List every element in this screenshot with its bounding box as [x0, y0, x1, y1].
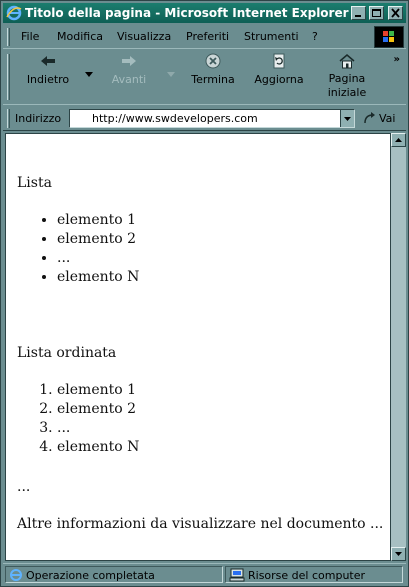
refresh-label: Aggiorna	[254, 73, 304, 86]
menubar-grip[interactable]	[7, 28, 10, 46]
home-label: Pagina iniziale	[327, 72, 367, 99]
menu-modifica[interactable]: Modifica	[57, 30, 103, 43]
maximize-button[interactable]	[369, 6, 384, 20]
scroll-down-icon	[395, 552, 402, 556]
close-button[interactable]	[388, 6, 403, 20]
refresh-button[interactable]: Aggiorna	[249, 53, 309, 87]
maximize-icon	[372, 9, 381, 17]
forward-arrow-icon	[122, 56, 136, 66]
forward-dropdown-icon[interactable]	[167, 72, 175, 77]
ie-icon	[6, 5, 22, 21]
address-dropdown-button[interactable]	[340, 110, 354, 127]
window-title: Titolo della pagina - Microsoft Internet…	[25, 6, 349, 20]
status-pane: Operazione completata	[5, 566, 223, 583]
ordered-list-item: elemento 2	[57, 400, 139, 419]
ordered-list-heading: Lista ordinata	[17, 345, 117, 361]
address-bar: Indirizzo http://www.swdevelopers.com Va…	[3, 106, 406, 131]
addressbar-grip[interactable]	[7, 109, 10, 128]
forward-label: Avanti	[111, 73, 147, 86]
status-bar: Operazione completata Risorse del comput…	[3, 563, 406, 584]
minimize-icon	[355, 15, 361, 17]
address-label: Indirizzo	[15, 112, 62, 125]
minimize-button[interactable]	[351, 6, 366, 20]
back-dropdown-icon[interactable]	[85, 72, 93, 77]
menu-help[interactable]: ?	[312, 30, 318, 43]
zone-pane: Risorse del computer	[225, 566, 403, 583]
go-arrow-icon	[364, 112, 375, 124]
list-item: elemento 2	[57, 230, 139, 249]
chevron-down-icon	[344, 117, 351, 121]
menu-visualizza[interactable]: Visualizza	[117, 30, 171, 43]
stop-button[interactable]: Termina	[183, 53, 243, 87]
standard-toolbar: Indietro Avanti Termina Aggiorna Pagina …	[3, 50, 406, 105]
back-label: Indietro	[26, 73, 70, 86]
ie-page-icon	[10, 569, 22, 581]
browser-window: Titolo della pagina - Microsoft Internet…	[0, 0, 409, 587]
windows-logo-icon	[374, 26, 404, 48]
back-button[interactable]: Indietro	[19, 53, 77, 87]
back-arrow-icon	[41, 56, 55, 66]
list-heading: Lista	[17, 175, 52, 191]
list-item: ...	[57, 249, 139, 268]
scroll-up-icon	[395, 138, 402, 142]
address-field[interactable]: http://www.swdevelopers.com	[69, 109, 355, 128]
scroll-up-button[interactable]	[391, 133, 406, 147]
close-icon	[391, 8, 400, 18]
toolbar-more-chevron[interactable]: »	[394, 54, 400, 65]
home-button[interactable]: Pagina iniziale	[317, 53, 377, 100]
go-label: Vai	[379, 112, 396, 125]
scrollbar-track[interactable]	[391, 147, 406, 547]
menu-strumenti[interactable]: Strumenti	[244, 30, 299, 43]
computer-icon	[229, 568, 245, 582]
unordered-list: elemento 1 elemento 2 ... elemento N	[17, 211, 139, 287]
more-info-text: Altre informazioni da visualizzare nel d…	[17, 516, 384, 532]
stop-label: Termina	[191, 73, 235, 86]
ordered-list-item: elemento N	[57, 438, 139, 457]
title-bar[interactable]: Titolo della pagina - Microsoft Internet…	[3, 3, 406, 23]
address-url[interactable]: http://www.swdevelopers.com	[92, 112, 258, 125]
ordered-list-item: elemento 1	[57, 381, 139, 400]
ordered-list-item: ...	[57, 419, 139, 438]
menu-file[interactable]: File	[21, 30, 39, 43]
list-item: elemento 1	[57, 211, 139, 230]
scroll-down-button[interactable]	[391, 547, 406, 561]
stop-icon	[205, 53, 221, 69]
status-text: Operazione completata	[26, 569, 155, 582]
menu-preferiti[interactable]: Preferiti	[186, 30, 229, 43]
page-icon	[75, 112, 87, 126]
forward-button[interactable]: Avanti	[101, 53, 157, 87]
page-content: Lista elemento 1 elemento 2 ... elemento…	[5, 133, 391, 561]
toolbar-grip[interactable]	[7, 54, 10, 100]
refresh-icon	[273, 53, 285, 69]
menu-bar: File Modifica Visualizza Preferiti Strum…	[3, 25, 406, 49]
zone-text: Risorse del computer	[248, 569, 366, 582]
list-item: elemento N	[57, 268, 139, 287]
ordered-list: elemento 1 elemento 2 ... elemento N	[17, 381, 139, 457]
content-ellipsis: ...	[17, 479, 31, 495]
vertical-scrollbar[interactable]	[391, 133, 406, 561]
home-icon	[339, 54, 355, 69]
